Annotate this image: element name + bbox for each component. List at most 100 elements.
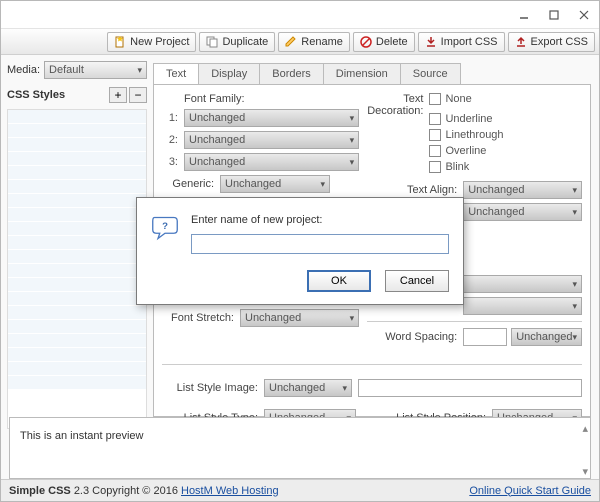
titlebar	[1, 1, 599, 29]
media-label: Media:	[7, 64, 40, 76]
app-window: New Project Duplicate Rename Delete Impo…	[0, 0, 600, 502]
list-item[interactable]	[8, 278, 146, 292]
list-item[interactable]	[8, 348, 146, 362]
minimize-button[interactable]	[509, 4, 539, 26]
linethrough-checkbox[interactable]: Linethrough	[429, 129, 509, 141]
add-style-button[interactable]: +	[109, 87, 127, 103]
list-item[interactable]	[8, 250, 146, 264]
none-checkbox[interactable]: None	[429, 93, 509, 105]
list-item[interactable]	[8, 376, 146, 390]
ff1-label: 1:	[162, 112, 178, 124]
status-left: Simple CSS 2.3 Copyright © 2016 HostM We…	[9, 485, 279, 497]
overline-checkbox[interactable]: Overline	[429, 145, 509, 157]
list-item[interactable]	[8, 180, 146, 194]
duplicate-button[interactable]: Duplicate	[199, 32, 275, 52]
preview-area: This is an instant preview ▴ ▾	[9, 417, 591, 479]
tab-display[interactable]: Display	[198, 63, 260, 84]
font-family-label: Font Family:	[184, 93, 359, 105]
chevron-down-icon: ▾	[572, 185, 577, 196]
hidden-select-1[interactable]: Unchanged▾	[463, 275, 582, 293]
font-stretch-select[interactable]: Unchanged▾	[240, 309, 359, 327]
question-icon: ?	[151, 214, 179, 242]
tab-text[interactable]: Text	[153, 63, 199, 84]
copyright: Copyright © 2016	[92, 485, 178, 497]
app-version: 2.3	[74, 485, 89, 497]
list-item[interactable]	[8, 236, 146, 250]
svg-text:?: ?	[162, 221, 168, 232]
chevron-down-icon: ▾	[350, 135, 355, 146]
list-item[interactable]	[8, 264, 146, 278]
new-project-dialog: ? Enter name of new project: OK Cancel	[136, 197, 464, 305]
chevron-down-icon: ▾	[572, 332, 577, 343]
media-select[interactable]: Default ▾	[44, 61, 147, 79]
word-spacing-input[interactable]	[463, 328, 507, 346]
list-style-image-input[interactable]	[358, 379, 582, 397]
list-item[interactable]	[8, 110, 146, 124]
modal-prompt: Enter name of new project:	[191, 214, 449, 226]
blink-checkbox[interactable]: Blink	[429, 161, 509, 173]
export-css-button[interactable]: Export CSS	[508, 32, 595, 52]
import-icon	[425, 36, 437, 48]
status-bar: Simple CSS 2.3 Copyright © 2016 HostM We…	[1, 479, 599, 501]
sidebar: Media: Default ▾ CSS Styles + −	[1, 55, 153, 417]
word-spacing-label: Word Spacing:	[367, 331, 457, 343]
list-item[interactable]	[8, 124, 146, 138]
scroll-up-icon[interactable]: ▴	[582, 422, 588, 435]
list-item[interactable]	[8, 152, 146, 166]
list-item[interactable]	[8, 222, 146, 236]
close-button[interactable]	[569, 4, 599, 26]
chevron-down-icon: ▾	[572, 279, 577, 290]
delete-button[interactable]: Delete	[353, 32, 415, 52]
chevron-down-icon: ▾	[320, 179, 325, 190]
list-item[interactable]	[8, 166, 146, 180]
word-spacing-unit-select[interactable]: Unchanged▾	[511, 328, 582, 346]
new-project-label: New Project	[130, 36, 189, 48]
scroll-down-icon[interactable]: ▾	[582, 465, 588, 478]
quick-start-link[interactable]: Online Quick Start Guide	[469, 485, 591, 497]
list-item[interactable]	[8, 334, 146, 348]
text-align-select[interactable]: Unchanged▾	[463, 181, 582, 199]
hostm-link[interactable]: HostM Web Hosting	[181, 485, 279, 497]
list-item[interactable]	[8, 292, 146, 306]
media-value: Default	[49, 64, 84, 76]
font-family-1-select[interactable]: Unchanged▾	[184, 109, 359, 127]
cancel-button[interactable]: Cancel	[385, 270, 449, 292]
remove-style-button[interactable]: −	[129, 87, 147, 103]
ff2-label: 2:	[162, 134, 178, 146]
new-icon	[114, 36, 126, 48]
import-css-button[interactable]: Import CSS	[418, 32, 505, 52]
ok-button[interactable]: OK	[307, 270, 371, 292]
underline-checkbox[interactable]: Underline	[429, 113, 509, 125]
list-item[interactable]	[8, 208, 146, 222]
list-style-image-label: List Style Image:	[162, 382, 258, 394]
import-css-label: Import CSS	[441, 36, 498, 48]
list-style-image-select[interactable]: Unchanged▾	[264, 379, 352, 397]
duplicate-label: Duplicate	[222, 36, 268, 48]
styles-list[interactable]	[7, 109, 147, 429]
rename-icon	[285, 36, 297, 48]
project-name-input[interactable]	[191, 234, 449, 254]
new-project-button[interactable]: New Project	[107, 32, 196, 52]
tab-borders[interactable]: Borders	[259, 63, 324, 84]
list-item[interactable]	[8, 138, 146, 152]
tab-dimension[interactable]: Dimension	[323, 63, 401, 84]
chevron-down-icon: ▾	[350, 157, 355, 168]
text-transform-select[interactable]: Unchanged▾	[463, 203, 582, 221]
rename-button[interactable]: Rename	[278, 32, 350, 52]
font-family-2-select[interactable]: Unchanged▾	[184, 131, 359, 149]
list-item[interactable]	[8, 320, 146, 334]
maximize-button[interactable]	[539, 4, 569, 26]
text-align-label: Text Align:	[367, 184, 457, 196]
generic-label: Generic:	[162, 178, 214, 190]
generic-select[interactable]: Unchanged▾	[220, 175, 330, 193]
list-item[interactable]	[8, 306, 146, 320]
font-family-3-select[interactable]: Unchanged▾	[184, 153, 359, 171]
text-decoration-label: Text Decoration:	[367, 93, 423, 117]
tab-source[interactable]: Source	[400, 63, 461, 84]
ff3-label: 3:	[162, 156, 178, 168]
tabbar: Text Display Borders Dimension Source	[153, 63, 591, 85]
hidden-select-2[interactable]: Unchanged▾	[463, 297, 582, 315]
app-name: Simple CSS	[9, 485, 71, 497]
list-item[interactable]	[8, 362, 146, 376]
list-item[interactable]	[8, 194, 146, 208]
